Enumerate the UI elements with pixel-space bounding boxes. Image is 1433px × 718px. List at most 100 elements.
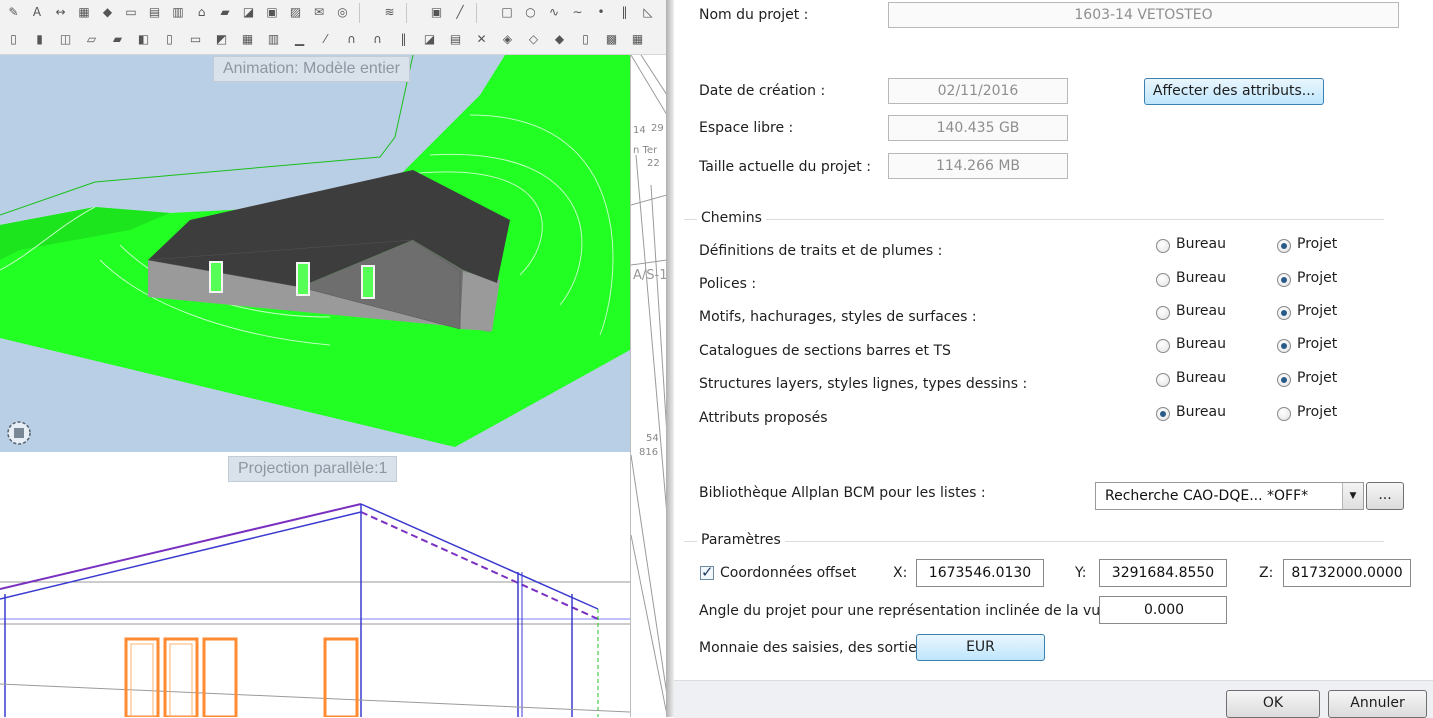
- architecture-tool-icon[interactable]: ▤: [448, 32, 463, 47]
- radio-project-label[interactable]: Projet: [1297, 336, 1337, 352]
- project-name-label: Nom du projet :: [699, 7, 809, 23]
- shape-icon[interactable]: ◆: [100, 5, 115, 20]
- params-group-border: [684, 541, 1384, 542]
- architecture-tool-icon[interactable]: ▭: [188, 32, 203, 47]
- radio-office-label[interactable]: Bureau: [1176, 270, 1226, 286]
- radio-office[interactable]: [1156, 306, 1170, 320]
- architecture-tool-icon[interactable]: ◈: [500, 32, 515, 47]
- radio-office-label[interactable]: Bureau: [1176, 336, 1226, 352]
- offset-y-input[interactable]: 3291684.8550: [1099, 559, 1227, 587]
- architecture-tool-icon[interactable]: ◧: [136, 32, 151, 47]
- architecture-tool-icon[interactable]: ▯: [578, 32, 593, 47]
- architecture-tool-icon[interactable]: ◇: [526, 32, 541, 47]
- radio-project[interactable]: [1277, 239, 1291, 253]
- radio-office-label[interactable]: Bureau: [1176, 370, 1226, 386]
- architecture-tool-icon[interactable]: ▦: [240, 32, 255, 47]
- surface-icon[interactable]: ▰: [218, 5, 233, 20]
- radio-office-label[interactable]: Bureau: [1176, 303, 1226, 319]
- radio-office[interactable]: [1156, 373, 1170, 387]
- architecture-tool-icon[interactable]: ◫: [58, 32, 73, 47]
- radio-project-label[interactable]: Projet: [1297, 303, 1337, 319]
- wall-icon[interactable]: ▥: [171, 5, 186, 20]
- currency-button[interactable]: EUR: [916, 634, 1045, 661]
- plan-text: 54: [646, 433, 659, 444]
- architecture-tool-icon[interactable]: ◆: [552, 32, 567, 47]
- layer-icon[interactable]: ▤: [147, 5, 162, 20]
- viewport-3d-animation[interactable]: Animation: Modèle entier: [0, 55, 630, 452]
- radio-project-label[interactable]: Projet: [1297, 270, 1337, 286]
- project-name-field[interactable]: 1603-14 VETOSTEO: [888, 2, 1399, 28]
- architecture-tool-icon[interactable]: ▥: [266, 32, 281, 47]
- architecture-tool-icon[interactable]: ▩: [604, 32, 619, 47]
- stack-icon[interactable]: ≋: [382, 5, 397, 20]
- text-icon[interactable]: A: [30, 5, 45, 20]
- radio-project[interactable]: [1277, 373, 1291, 387]
- architecture-tool-icon[interactable]: ∩: [344, 32, 359, 47]
- radio-project[interactable]: [1277, 339, 1291, 353]
- angle-icon[interactable]: ◺: [641, 5, 656, 20]
- radio-office[interactable]: [1156, 339, 1170, 353]
- frame-icon[interactable]: ▭: [124, 5, 139, 20]
- edit-icon[interactable]: ✎: [6, 5, 21, 20]
- architecture-tool-icon[interactable]: ▱: [84, 32, 99, 47]
- project-angle-input[interactable]: 0.000: [1099, 596, 1227, 624]
- radio-project[interactable]: [1277, 407, 1291, 421]
- radio-office-label[interactable]: Bureau: [1176, 404, 1226, 420]
- architecture-tool-icon[interactable]: ◩: [214, 32, 229, 47]
- mail-icon[interactable]: ✉: [312, 5, 327, 20]
- toolbar-separator: [358, 3, 360, 23]
- assign-attributes-button[interactable]: Affecter des attributs...: [1144, 78, 1324, 105]
- offset-z-input[interactable]: 81732000.0000: [1283, 559, 1411, 587]
- view-icon[interactable]: ▣: [265, 5, 280, 20]
- grid-icon[interactable]: ▦: [77, 5, 92, 20]
- radio-project[interactable]: [1277, 306, 1291, 320]
- architecture-tool-icon[interactable]: ▰: [110, 32, 125, 47]
- creation-date-label: Date de création :: [699, 83, 826, 99]
- offset-x-input[interactable]: 1673546.0130: [916, 559, 1044, 587]
- screen-icon[interactable]: ▣: [429, 5, 444, 20]
- line-icon[interactable]: ╱: [453, 5, 468, 20]
- architecture-tool-icon[interactable]: ▁: [292, 32, 307, 47]
- navigation-cube-icon[interactable]: [6, 420, 32, 446]
- hatch-icon[interactable]: ▨: [288, 5, 303, 20]
- spline-icon[interactable]: ∿: [547, 5, 562, 20]
- chevron-down-icon[interactable]: ▼: [1342, 483, 1363, 509]
- architecture-tool-icon[interactable]: ▦: [630, 32, 645, 47]
- object-icon[interactable]: ◪: [241, 5, 256, 20]
- project-size-label: Taille actuelle du projet :: [699, 159, 871, 175]
- architecture-tool-icon[interactable]: ▯: [6, 32, 21, 47]
- curve-icon[interactable]: ∼: [570, 5, 585, 20]
- point-icon[interactable]: •: [594, 5, 609, 20]
- radio-project-label[interactable]: Projet: [1297, 404, 1337, 420]
- architecture-tool-icon[interactable]: ‖: [396, 32, 411, 47]
- radio-project[interactable]: [1277, 273, 1291, 287]
- architecture-tool-icon[interactable]: ▯: [162, 32, 177, 47]
- radio-project-label[interactable]: Projet: [1297, 236, 1337, 252]
- architecture-tool-icon[interactable]: ⁄: [318, 32, 333, 47]
- bcm-browse-button[interactable]: ...: [1366, 482, 1404, 510]
- radio-office[interactable]: [1156, 239, 1170, 253]
- bcm-library-value: Recherche CAO-DQE... *OFF*: [1105, 488, 1309, 504]
- bcm-library-select[interactable]: Recherche CAO-DQE... *OFF* ▼: [1095, 482, 1364, 510]
- cancel-button[interactable]: Annuler: [1328, 690, 1427, 718]
- parallel-icon[interactable]: ‖: [617, 5, 632, 20]
- radio-project-label[interactable]: Projet: [1297, 370, 1337, 386]
- dimension-icon[interactable]: ↔: [53, 5, 68, 20]
- ok-button[interactable]: OK: [1226, 690, 1320, 718]
- architecture-tool-icon[interactable]: ◪: [422, 32, 437, 47]
- circle-icon[interactable]: ○: [523, 5, 538, 20]
- z-label: Z:: [1259, 565, 1274, 581]
- circle-icon[interactable]: ◎: [335, 5, 350, 20]
- house-icon[interactable]: ⌂: [194, 5, 209, 20]
- plan-text: 22: [647, 158, 660, 169]
- radio-office[interactable]: [1156, 407, 1170, 421]
- architecture-tool-icon[interactable]: ▮: [32, 32, 47, 47]
- radio-office[interactable]: [1156, 273, 1170, 287]
- project-size-field: 114.266 MB: [888, 153, 1068, 179]
- architecture-tool-icon[interactable]: ✕: [474, 32, 489, 47]
- viewport-parallel-projection[interactable]: Projection parallèle:1: [0, 454, 630, 717]
- offset-coordinates-checkbox[interactable]: ✓: [700, 563, 714, 581]
- rectangle-icon[interactable]: □: [500, 5, 515, 20]
- architecture-tool-icon[interactable]: ∩: [370, 32, 385, 47]
- radio-office-label[interactable]: Bureau: [1176, 236, 1226, 252]
